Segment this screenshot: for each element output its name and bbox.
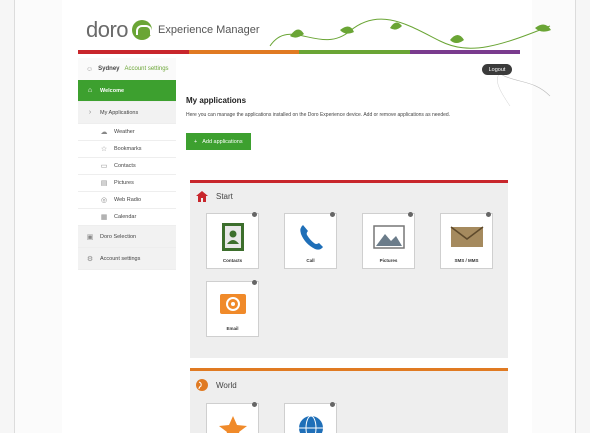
sidebar-item-weather[interactable]: ☁ Weather [78,124,176,141]
product-name: Experience Manager [158,24,260,36]
contacts-book-icon [222,223,244,251]
sidebar-item-label: Contacts [114,163,136,169]
accent-purple [409,50,520,54]
radio-icon: ◎ [100,197,108,204]
doro-logo-icon [132,20,153,40]
sidebar-item-doro-selection[interactable]: ▣ Doro Selection [78,226,176,248]
accent-orange [188,50,299,54]
sidebar-item-label: Pictures [114,180,134,186]
section-world: World [190,368,508,433]
sidebar-item-web-radio[interactable]: ◎ Web Radio [78,192,176,209]
app-tile-email[interactable]: Email [206,280,259,337]
sidebar-item-label: Account settings [100,255,141,262]
info-icon[interactable] [252,212,257,217]
box-icon: ▣ [86,233,94,241]
accent-green [299,50,410,54]
section-title: World [216,380,237,390]
sidebar: ☺ Sydney Account settings ⌂ Welcome › My… [78,58,176,270]
settings-icon: ⚙ [86,255,94,263]
info-icon[interactable] [252,402,257,407]
account-settings-link[interactable]: Account settings [125,66,169,72]
house-icon [196,191,208,202]
add-applications-button[interactable]: + Add applications [186,133,251,150]
accent-red [78,50,189,54]
calendar-icon: ▦ [100,214,108,221]
info-icon[interactable] [408,212,413,217]
app-tile-call[interactable]: Call [284,212,337,269]
sidebar-item-bookmarks[interactable]: ☆ Bookmarks [78,141,176,158]
info-icon[interactable] [486,212,491,217]
star-icon: ☆ [100,146,108,153]
main-content: My applications Here you can manage the … [186,84,518,150]
app-tile-web[interactable] [284,402,337,433]
sidebar-item-account-settings[interactable]: ⚙ Account settings [78,248,176,270]
sidebar-item-calendar[interactable]: ▦ Calendar [78,209,176,226]
sidebar-item-label: Web Radio [114,197,142,203]
add-applications-label: Add applications [202,138,243,145]
email-icon [220,294,246,314]
sidebar-item-pictures[interactable]: ▤ Pictures [78,175,176,192]
chevron-right-icon: › [88,109,92,116]
info-icon[interactable] [330,402,335,407]
app-tile-contacts[interactable]: Contacts [206,212,259,269]
app-tile-label: Pictures [379,258,398,263]
app-tile-favorites[interactable] [206,402,259,433]
plus-icon: + [194,138,198,145]
app-tile-pictures[interactable]: Pictures [362,212,415,269]
logout-button[interactable]: Logout [482,64,512,75]
app-tile-label: SMS / MMS [454,258,479,263]
section-header: Start [190,183,508,202]
app-tile-label: Call [306,258,315,263]
user-row: ☺ Sydney Account settings [78,58,176,80]
user-icon: ☺ [86,65,94,73]
section-header: World [190,371,508,391]
app-tile-label: Email [226,326,239,331]
info-icon[interactable] [252,280,257,285]
section-title: Start [216,192,233,201]
home-icon: ⌂ [87,87,93,94]
sidebar-item-label: Calendar [114,214,137,220]
sidebar-item-label: Bookmarks [114,146,142,152]
info-icon[interactable] [330,212,335,217]
star-icon [219,416,247,433]
section-start: Start Contacts Call Pictures SMS / MMS E… [190,180,508,358]
sidebar-item-label: Welcome [100,87,125,94]
page-description: Here you can manage the applications ins… [186,112,451,118]
brand-name: doro [86,17,129,42]
accent-bar [78,50,520,54]
globe-icon [196,379,208,391]
picture-icon [373,225,405,249]
page-title: My applications [186,96,247,105]
user-name: Sydney [98,66,120,72]
envelope-icon [450,226,484,247]
weather-icon: ☁ [100,129,108,136]
app-tile-label: Contacts [222,258,243,263]
sidebar-item-label: Weather [114,129,135,135]
picture-icon: ▤ [100,180,108,187]
sidebar-item-label: Doro Selection [100,233,137,240]
app-tile-sms-mms[interactable]: SMS / MMS [440,212,493,269]
contacts-icon: ▭ [100,163,108,170]
sidebar-item-welcome[interactable]: ⌂ Welcome [78,80,176,102]
sidebar-item-label: My Applications [100,109,139,116]
phone-icon [300,225,323,250]
sidebar-item-my-applications[interactable]: › My Applications [78,102,176,124]
globe-icon [299,415,323,433]
sidebar-item-contacts[interactable]: ▭ Contacts [78,158,176,175]
app-logo[interactable]: doro Experience Manager [86,17,260,43]
